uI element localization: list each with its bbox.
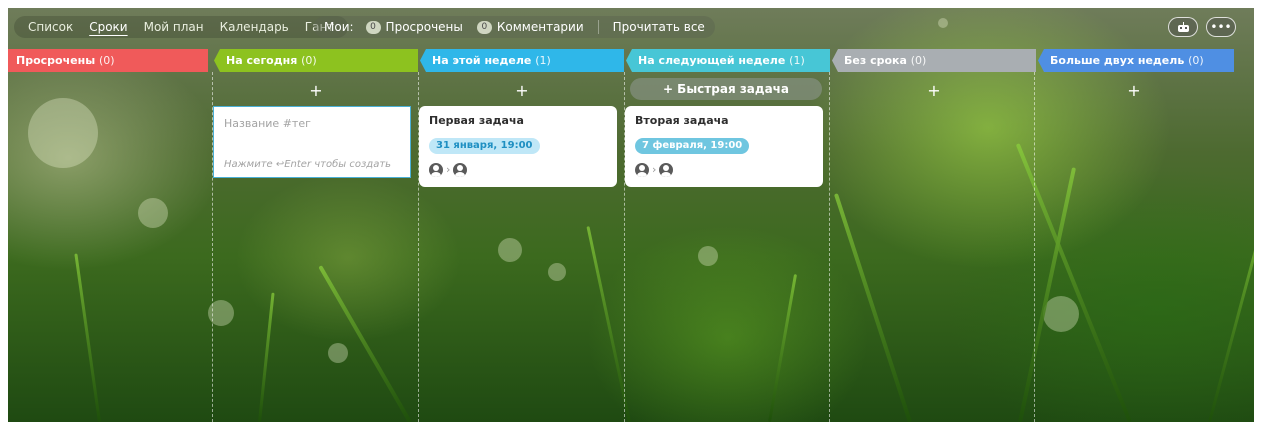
column-title: Без срока	[844, 54, 907, 67]
task-people: ›	[429, 163, 468, 177]
column-count: (0)	[301, 54, 317, 67]
tab-list[interactable]: Список	[20, 16, 81, 38]
column-header-two-weeks-plus: Больше двух недель (0)	[1038, 49, 1234, 72]
tab-deadlines[interactable]: Сроки	[81, 16, 135, 38]
top-toolbar: Список Сроки Мой план Календарь Гант Мои…	[8, 8, 1254, 46]
assignee-avatar-icon[interactable]	[453, 163, 468, 177]
add-task-button-today[interactable]: +	[214, 81, 418, 101]
bokeh-decoration	[1043, 296, 1079, 332]
author-avatar-icon[interactable]	[635, 163, 649, 177]
bokeh-decoration	[548, 263, 566, 281]
grass-decoration	[1018, 167, 1077, 422]
author-avatar-icon[interactable]	[429, 163, 443, 177]
chevron-right-icon: ›	[652, 163, 657, 176]
filters-label: Мои:	[324, 20, 354, 34]
filter-overdue-label: Просрочены	[385, 20, 463, 34]
bokeh-decoration	[328, 343, 348, 363]
more-dots: •••	[1210, 20, 1232, 34]
column-title: Больше двух недель	[1050, 54, 1185, 67]
column-count: (0)	[910, 54, 927, 67]
filter-comments[interactable]: 0 Комментарии	[476, 20, 584, 34]
column-header-today: На сегодня (0)	[214, 49, 418, 72]
board-background: Список Сроки Мой план Календарь Гант Мои…	[8, 8, 1254, 422]
grass-decoration	[768, 274, 798, 422]
view-tabs: Список Сроки Мой план Календарь Гант	[14, 16, 349, 38]
column-divider	[829, 72, 830, 422]
robot-icon[interactable]	[1168, 17, 1198, 37]
filter-comments-label: Комментарии	[496, 20, 584, 34]
column-header-this-week: На этой неделе (1)	[420, 49, 624, 72]
new-task-placeholder[interactable]: Название #тег	[224, 117, 311, 130]
column-header-no-deadline: Без срока (0)	[832, 49, 1036, 72]
add-task-button-two-weeks-plus[interactable]: +	[1032, 81, 1236, 101]
chevron-right-icon: ›	[446, 163, 451, 176]
add-task-button-no-deadline[interactable]: +	[832, 81, 1036, 101]
bokeh-decoration	[498, 238, 522, 262]
filters-separator	[597, 20, 599, 34]
column-header-overdue: Просрочены (0)	[8, 49, 208, 72]
column-count: (0)	[1188, 54, 1204, 67]
tab-calendar[interactable]: Календарь	[212, 16, 297, 38]
new-task-card[interactable]: Название #тег Нажмите ↩Enter чтобы созда…	[213, 106, 411, 178]
task-title: Первая задача	[429, 114, 524, 127]
grass-decoration	[1208, 209, 1254, 422]
column-count: (0)	[99, 54, 115, 67]
overdue-count-badge: 0	[365, 20, 381, 34]
new-task-hint: Нажмите ↩Enter чтобы создать	[224, 159, 392, 170]
bokeh-decoration	[698, 246, 718, 266]
my-filters: Мои: 0 Просрочены 0 Комментарии Прочитат…	[314, 16, 715, 38]
grass-decoration	[258, 292, 275, 422]
grass-decoration	[833, 193, 912, 422]
quick-task-button[interactable]: + Быстрая задача	[630, 78, 822, 100]
column-count: (1)	[789, 54, 805, 67]
tab-my-plan[interactable]: Мой план	[136, 16, 212, 38]
task-card[interactable]: Вторая задача 7 февраля, 19:00 ›	[625, 106, 823, 187]
task-title: Вторая задача	[635, 114, 729, 127]
assignee-avatar-icon[interactable]	[659, 163, 674, 177]
column-title: На следующей неделе	[638, 54, 786, 67]
add-task-button-this-week[interactable]: +	[420, 81, 624, 101]
column-title: Просрочены	[16, 54, 96, 67]
filter-overdue[interactable]: 0 Просрочены	[365, 20, 463, 34]
task-card[interactable]: Первая задача 31 января, 19:00 ›	[419, 106, 617, 187]
bokeh-decoration	[28, 98, 98, 168]
column-header-next-week: На следующей неделе (1)	[626, 49, 830, 72]
bokeh-decoration	[138, 198, 168, 228]
column-title: На этой неделе	[432, 54, 532, 67]
task-people: ›	[635, 163, 674, 177]
column-title: На сегодня	[226, 54, 298, 67]
comments-count-badge: 0	[476, 20, 492, 34]
column-count: (1)	[535, 54, 551, 67]
more-icon[interactable]: •••	[1206, 17, 1236, 37]
column-divider	[1034, 72, 1035, 422]
task-deadline[interactable]: 7 февраля, 19:00	[635, 138, 750, 154]
read-all-button[interactable]: Прочитать все	[613, 20, 705, 34]
grass-decoration	[74, 253, 101, 422]
task-deadline[interactable]: 31 января, 19:00	[429, 138, 540, 154]
